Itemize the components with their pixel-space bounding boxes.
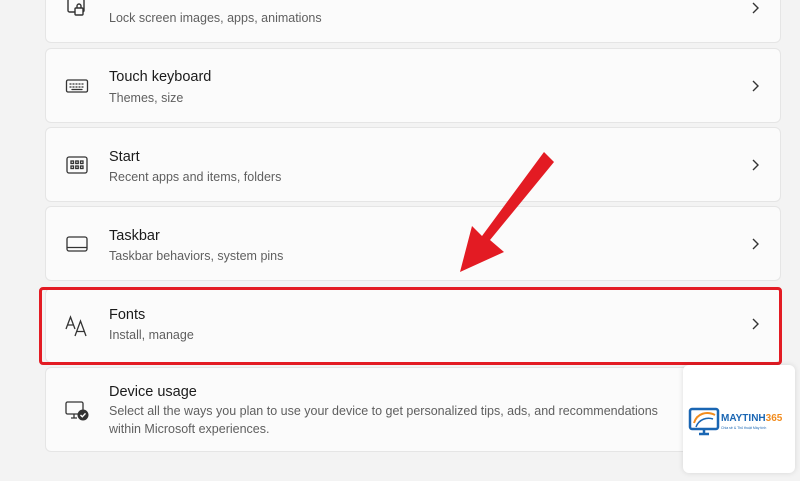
- chevron-right-icon: [748, 317, 762, 331]
- lock-screen-subtitle: Lock screen images, apps, animations: [109, 11, 322, 25]
- start-title: Start: [109, 149, 140, 165]
- settings-item-lock-screen[interactable]: Lock screen images, apps, animations: [45, 0, 781, 43]
- brand-name: MAYTINH365: [721, 413, 783, 424]
- settings-item-start[interactable]: Start Recent apps and items, folders: [45, 127, 781, 202]
- lock-screen-icon: [64, 0, 90, 22]
- chevron-right-icon: [748, 1, 762, 15]
- start-icon: [64, 152, 90, 178]
- device-usage-subtitle-line2: within Microsoft experiences.: [109, 422, 270, 436]
- settings-item-taskbar[interactable]: Taskbar Taskbar behaviors, system pins: [45, 206, 781, 281]
- taskbar-icon: [64, 231, 90, 257]
- fonts-icon: [64, 313, 90, 339]
- maytinh365-watermark: MAYTINH365 Chia sẻ & Thủ thuật Máy tính: [683, 365, 795, 473]
- start-subtitle: Recent apps and items, folders: [109, 170, 282, 184]
- touch-keyboard-title: Touch keyboard: [109, 69, 212, 85]
- chevron-right-icon: [748, 79, 762, 93]
- device-usage-icon: [64, 398, 90, 424]
- keyboard-icon: [64, 73, 90, 99]
- settings-item-device-usage[interactable]: Device usage Select all the ways you pla…: [45, 367, 781, 452]
- chevron-right-icon: [748, 237, 762, 251]
- taskbar-subtitle: Taskbar behaviors, system pins: [109, 249, 284, 263]
- device-usage-subtitle-line1: Select all the ways you plan to use your…: [109, 404, 658, 418]
- chevron-right-icon: [748, 158, 762, 172]
- brand-tagline: Chia sẻ & Thủ thuật Máy tính: [721, 426, 767, 430]
- settings-item-fonts[interactable]: Fonts Install, manage: [45, 288, 781, 363]
- fonts-title: Fonts: [109, 307, 146, 323]
- monitor-logo-icon: [688, 407, 720, 436]
- device-usage-title: Device usage: [109, 384, 197, 400]
- touch-keyboard-subtitle: Themes, size: [109, 91, 184, 105]
- red-arrow-annotation: [460, 152, 554, 272]
- settings-item-touch-keyboard[interactable]: Touch keyboard Themes, size: [45, 48, 781, 123]
- fonts-subtitle: Install, manage: [109, 328, 194, 342]
- taskbar-title: Taskbar: [109, 228, 160, 244]
